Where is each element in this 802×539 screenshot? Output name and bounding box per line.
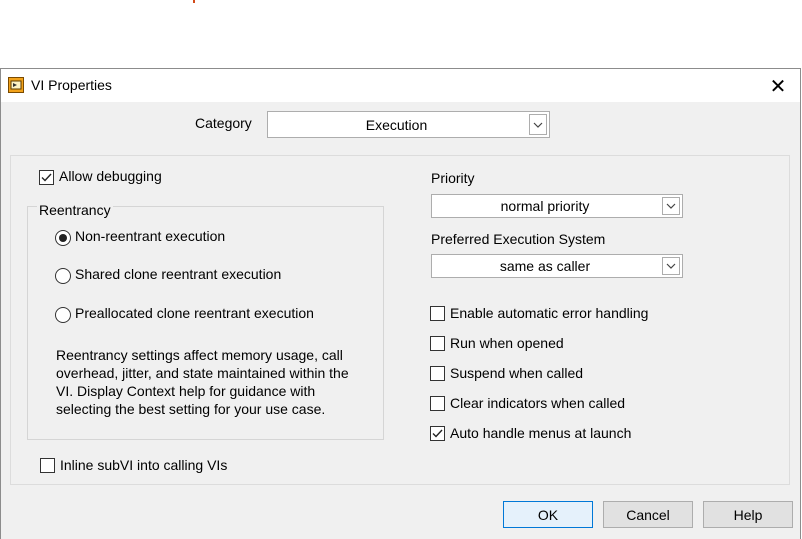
run-when-opened-label: Run when opened (450, 335, 564, 351)
reentrancy-legend: Reentrancy (37, 202, 113, 218)
shared-clone-radio[interactable] (55, 268, 71, 284)
non-reentrant-label: Non-reentrant execution (75, 228, 226, 244)
note-line: selecting the best setting for your use … (56, 401, 326, 417)
allow-debugging-checkbox[interactable] (39, 170, 54, 185)
exec-system-label: Preferred Execution System (431, 231, 606, 247)
note-line: overhead, jitter, and state maintained w… (56, 365, 349, 381)
priority-label: Priority (431, 170, 475, 186)
reentrancy-note: Reentrancy settings affect memory usage,… (56, 346, 381, 418)
allow-debugging-label: Allow debugging (59, 168, 162, 184)
exec-system-dropdown[interactable]: same as caller (431, 254, 683, 278)
priority-dropdown[interactable]: normal priority (431, 194, 683, 218)
top-marker (193, 0, 195, 3)
suspend-when-called-checkbox[interactable] (430, 366, 445, 381)
window-title: VI Properties (31, 77, 112, 93)
ok-button[interactable]: OK (503, 501, 593, 528)
close-icon[interactable]: ✕ (763, 73, 793, 99)
chevron-down-icon[interactable] (662, 257, 680, 275)
note-line: Reentrancy settings affect memory usage,… (56, 347, 343, 363)
priority-value: normal priority (500, 198, 590, 214)
preallocated-clone-label: Preallocated clone reentrant execution (75, 305, 314, 321)
auto-handle-menus-label: Auto handle menus at launch (450, 425, 632, 441)
run-when-opened-checkbox[interactable] (430, 336, 445, 351)
category-label: Category (195, 115, 252, 131)
cancel-button[interactable]: Cancel (603, 501, 693, 528)
chevron-down-icon[interactable] (662, 197, 680, 215)
title-bar: VI Properties ✕ (1, 69, 800, 102)
note-line: VI. Display Context help for guidance wi… (56, 383, 316, 399)
non-reentrant-radio[interactable] (55, 230, 71, 246)
suspend-when-called-label: Suspend when called (450, 365, 584, 381)
auto-handle-menus-checkbox[interactable] (430, 426, 445, 441)
shared-clone-label: Shared clone reentrant execution (75, 266, 282, 282)
auto-error-handling-label: Enable automatic error handling (450, 305, 649, 321)
exec-system-value: same as caller (499, 258, 591, 274)
category-value: Execution (365, 116, 428, 133)
chevron-down-icon[interactable] (529, 114, 547, 135)
vi-properties-dialog: VI Properties ✕ Category Execution Allow… (0, 68, 801, 539)
category-dropdown[interactable]: Execution (267, 111, 550, 138)
auto-error-handling-checkbox[interactable] (430, 306, 445, 321)
clear-indicators-label: Clear indicators when called (450, 395, 626, 411)
preallocated-clone-radio[interactable] (55, 307, 71, 323)
inline-subvi-label: Inline subVI into calling VIs (60, 457, 228, 473)
clear-indicators-checkbox[interactable] (430, 396, 445, 411)
labview-vi-icon (8, 77, 24, 93)
inline-subvi-checkbox[interactable] (40, 458, 55, 473)
help-button[interactable]: Help (703, 501, 793, 528)
radio-selected-dot (59, 234, 67, 242)
